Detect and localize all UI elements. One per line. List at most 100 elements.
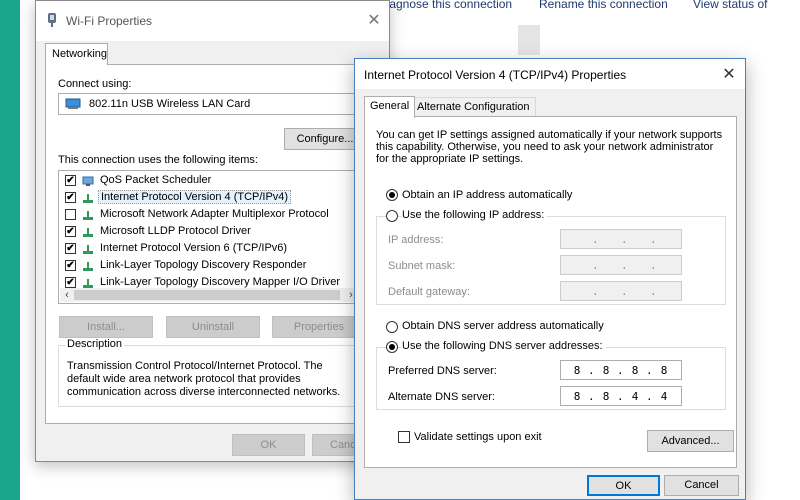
ipv4-properties-dialog: Internet Protocol Version 4 (TCP/IPv4) P… (354, 58, 746, 500)
ipv4-dialog-titlebar: Internet Protocol Version 4 (TCP/IPv4) P… (355, 59, 745, 89)
item-checkbox[interactable]: ✔ (65, 175, 76, 186)
advanced-button[interactable]: Advanced... (647, 430, 734, 452)
validate-label[interactable]: Validate settings upon exit (414, 431, 542, 443)
network-card-icon (65, 98, 81, 109)
wifi-properties-dialog: Wi-Fi Properties ✕ Networking Connect us… (35, 0, 390, 462)
item-label: QoS Packet Scheduler (100, 174, 212, 186)
rename-connection-command[interactable]: Rename this connection (539, 0, 668, 11)
description-label: Description (65, 338, 125, 350)
dns-octet: 8 (573, 364, 581, 377)
ip-separator: . (650, 285, 657, 298)
preferred-dns-input[interactable]: 8 . 8 . 8 . 8 (560, 360, 682, 380)
ip-separator: . (650, 233, 657, 246)
list-item[interactable]: Microsoft Network Adapter Multiplexor Pr… (63, 207, 353, 223)
item-checkbox[interactable]: ✔ (65, 192, 76, 203)
description-group: Description Transmission Control Protoco… (58, 338, 358, 407)
list-item[interactable]: ✔ Link-Layer Topology Discovery Responde… (63, 258, 353, 274)
item-label: Link-Layer Topology Discovery Responder (100, 259, 307, 271)
alternate-dns-input[interactable]: 8 . 8 . 4 . 4 (560, 386, 682, 406)
ip-address-label: IP address: (388, 234, 444, 246)
adapter-field: 802.11n USB Wireless LAN Card (58, 93, 360, 115)
ip-separator: . (588, 390, 595, 403)
ip-address-input[interactable]: . . . (560, 229, 682, 249)
items-label: This connection uses the following items… (58, 154, 258, 166)
obtain-dns-auto-radio[interactable] (386, 321, 398, 333)
dns-octet: 8 (602, 364, 610, 377)
wifi-dialog-title: Wi-Fi Properties (66, 14, 153, 28)
item-label: Microsoft LLDP Protocol Driver (100, 225, 251, 237)
tab-networking[interactable]: Networking (45, 43, 108, 65)
ip-separator: . (646, 364, 653, 377)
wifi-dialog-titlebar: Wi-Fi Properties ✕ (36, 1, 389, 41)
scrollbar-thumb[interactable] (74, 290, 340, 300)
validate-checkbox[interactable] (398, 431, 410, 443)
item-label: Microsoft Network Adapter Multiplexor Pr… (100, 208, 329, 220)
dns-octet: 8 (602, 390, 610, 403)
components-list[interactable]: ✔ QoS Packet Scheduler ✔ Internet Protoc… (58, 170, 360, 304)
item-label: Link-Layer Topology Discovery Mapper I/O… (100, 276, 341, 288)
list-item[interactable]: ✔ QoS Packet Scheduler (63, 173, 353, 189)
default-gateway-input[interactable]: . . . (560, 281, 682, 301)
use-following-dns-label[interactable]: Use the following DNS server addresses: (402, 340, 606, 352)
ip-separator: . (617, 390, 624, 403)
radio-selected-dot (389, 192, 395, 198)
dns-octet: 4 (631, 390, 639, 403)
cancel-button[interactable]: Cancel (664, 475, 739, 496)
ip-separator: . (621, 285, 628, 298)
dns-octet: 8 (631, 364, 639, 377)
ip-separator: . (617, 364, 624, 377)
ip-separator: . (588, 364, 595, 377)
intro-text: You can get IP settings assigned automat… (376, 129, 723, 165)
ok-button[interactable]: OK (587, 475, 660, 496)
alternate-dns-label: Alternate DNS server: (388, 391, 495, 403)
dns-octet: 4 (660, 390, 668, 403)
ip-separator: . (621, 233, 628, 246)
preferred-dns-label: Preferred DNS server: (388, 365, 497, 377)
obtain-ip-auto-radio[interactable] (386, 189, 398, 201)
item-checkbox[interactable] (65, 209, 76, 220)
ok-button[interactable]: OK (232, 434, 305, 456)
network-adapter-icon (48, 13, 56, 27)
list-item[interactable]: ✔ Internet Protocol Version 6 (TCP/IPv6) (63, 241, 353, 257)
close-icon[interactable]: ✕ (719, 65, 739, 85)
item-checkbox[interactable]: ✔ (65, 277, 76, 288)
ip-separator: . (621, 259, 628, 272)
tab-general[interactable]: General (364, 96, 416, 118)
subnet-mask-input[interactable]: . . . (560, 255, 682, 275)
item-checkbox[interactable]: ✔ (65, 260, 76, 271)
horizontal-scrollbar[interactable]: ‹ › (60, 288, 358, 302)
use-following-dns-radio[interactable] (386, 341, 398, 353)
service-icon (82, 176, 94, 186)
protocol-icon (83, 228, 93, 237)
scroll-left-icon[interactable]: ‹ (60, 288, 74, 302)
item-checkbox[interactable]: ✔ (65, 243, 76, 254)
close-icon[interactable]: ✕ (364, 11, 384, 31)
subnet-mask-label: Subnet mask: (388, 260, 456, 272)
list-item[interactable]: ✔ Internet Protocol Version 4 (TCP/IPv4) (63, 190, 353, 206)
radio-selected-dot (389, 344, 395, 350)
diagnose-connection-command[interactable]: Diagnose this connection (378, 0, 512, 11)
ip-separator: . (650, 259, 657, 272)
uninstall-button[interactable]: Uninstall (166, 316, 260, 338)
background-panel (518, 25, 540, 55)
item-checkbox[interactable]: ✔ (65, 226, 76, 237)
ip-separator: . (592, 259, 599, 272)
item-label: Internet Protocol Version 6 (TCP/IPv6) (100, 242, 288, 254)
ipv4-dialog-title: Internet Protocol Version 4 (TCP/IPv4) P… (364, 68, 627, 82)
obtain-dns-auto-label[interactable]: Obtain DNS server address automatically (402, 320, 604, 332)
use-following-ip-radio[interactable] (386, 210, 398, 222)
list-item[interactable]: ✔ Microsoft LLDP Protocol Driver (63, 224, 353, 240)
adapter-name: 802.11n USB Wireless LAN Card (89, 98, 251, 110)
view-status-command[interactable]: View status of (693, 0, 767, 11)
default-gateway-label: Default gateway: (388, 286, 470, 298)
protocol-icon (83, 211, 93, 220)
obtain-ip-auto-label[interactable]: Obtain an IP address automatically (402, 189, 572, 201)
ip-separator: . (592, 233, 599, 246)
tab-alternate-configuration[interactable]: Alternate Configuration (411, 97, 536, 117)
install-button[interactable]: Install... (59, 316, 153, 338)
properties-button[interactable]: Properties (272, 316, 366, 338)
use-following-ip-label[interactable]: Use the following IP address: (402, 209, 548, 221)
ip-separator: . (646, 390, 653, 403)
dns-octet: 8 (573, 390, 581, 403)
protocol-icon (83, 194, 93, 203)
